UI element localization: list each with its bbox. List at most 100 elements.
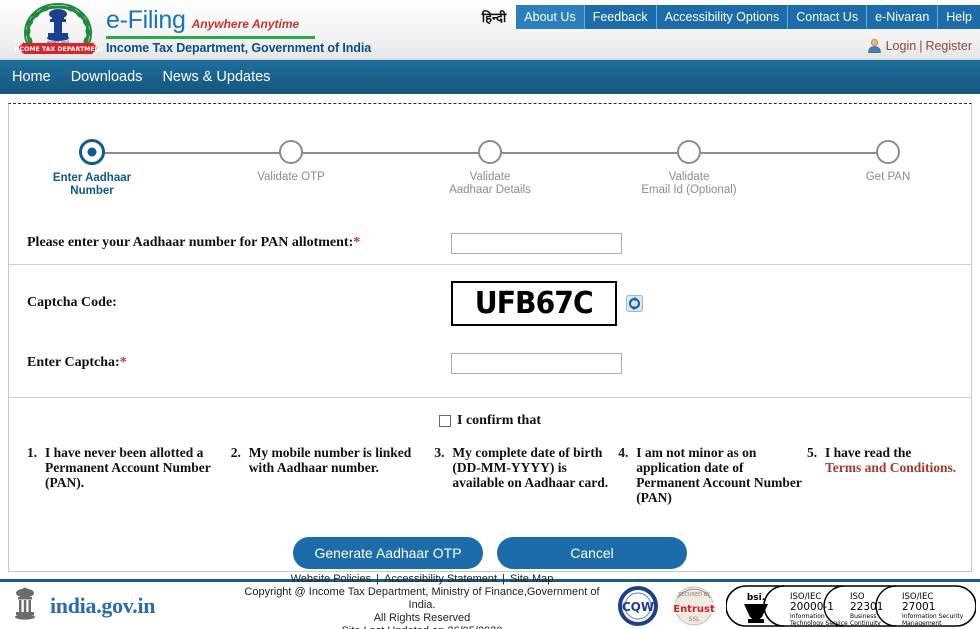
condition-item-3: 3. My complete date of birth (DD-MM-YYYY… [434,445,618,505]
svg-text:CQW: CQW [622,600,654,614]
condition-number-3: 3. [434,445,445,460]
svg-text:SECURED BY: SECURED BY [678,592,711,598]
svg-text:Information Security: Information Security [902,613,964,620]
condition-item-1: 1. I have never been allotted a Permanen… [27,445,231,505]
website-policies-link[interactable]: Website Policies [291,573,372,585]
divider-2 [9,397,971,398]
content-panel: Enter Aadhaar Number Validate OTP Valida… [8,103,972,572]
site-title: e-Filing [106,6,186,34]
step-label-4-line2: Email Id (Optional) [641,184,737,196]
footer-center: Website Policies | Accessibility Statement… [230,573,614,629]
hindi-language-link[interactable]: हिन्दी [482,5,517,29]
site-map-link[interactable]: Site Map [510,573,553,585]
login-link[interactable]: Login [886,39,917,53]
brand-block: सत्यमेव जयते INCOME TAX DEPARTMENT e-Fil… [12,1,371,58]
step-label-1-line1: Enter Aadhaar [52,172,132,184]
progress-stepper: Enter Aadhaar Number Validate OTP Valida… [27,126,953,222]
condition-item-2: 2. My mobile number is linked with Aadha… [231,445,435,505]
india-gov-in-text[interactable]: india.gov.in [50,593,156,619]
footer-copyright: Copyright @ Income Tax Department, Minis… [244,586,600,611]
condition-number-5: 5. [806,445,818,460]
aadhaar-input-wrap [451,232,622,254]
step-get-pan[interactable]: Get PAN [823,126,953,198]
condition-number-4: 4. [618,445,629,460]
svg-text:SSL: SSL [689,616,701,623]
svg-text:Entrust: Entrust [673,604,715,615]
topnav-item-help[interactable]: Help [937,5,980,29]
generate-aadhaar-otp-button[interactable]: Generate Aadhaar OTP [293,537,483,569]
site-tagline: Anywhere Anytime [191,17,300,31]
aadhaar-number-label: Please enter your Aadhaar number for PAN… [9,235,360,251]
topnav-item-contact-us[interactable]: Contact Us [787,5,867,29]
site-header: सत्यमेव जयते INCOME TAX DEPARTMENT e-Fil… [0,0,980,60]
captcha-wrap: UFB67C [451,280,643,326]
svg-text:20000-1: 20000-1 [790,601,834,613]
brand-text: e-Filing Anywhere Anytime Income Tax Dep… [106,1,371,55]
condition-text-3: My complete date of birth (DD-MM-YYYY) i… [452,445,609,490]
condition-text-2: My mobile number is linked with Aadhaar … [248,445,412,475]
step-label-1-line2: Number [70,185,114,197]
accessibility-statement-link[interactable]: Accessibility Statement [384,573,497,585]
svg-text:Continuity: Continuity [850,620,881,627]
step-label-4-line1: Validate [668,171,710,183]
step-validate-otp[interactable]: Validate OTP [226,126,356,198]
svg-text:bsi.: bsi. [747,593,765,603]
step-validate-aadhaar-details[interactable]: Validate Aadhaar Details [425,126,555,198]
footer-sep-1: | [376,573,379,585]
topnav-item-feedback[interactable]: Feedback [583,5,656,29]
step-circle-icon [876,140,900,164]
main-navigation: Home Downloads News & Updates [0,60,980,94]
condition-number-2: 2. [230,445,241,460]
svg-text:Business: Business [850,613,876,620]
aadhaar-number-input[interactable] [451,232,622,254]
condition-text-5-prefix: I have read the [824,445,912,460]
aadhaar-number-row: Please enter your Aadhaar number for PAN… [9,222,971,264]
confirm-checkbox[interactable] [439,415,451,427]
brand-divider [106,36,315,39]
step-label-3-line2: Aadhaar Details [449,184,531,196]
bsi-iso-badges-icon: bsi. ISO/IEC 20000-1 Information Technol… [726,584,976,628]
footer-left: india.gov.in [0,586,230,626]
register-link[interactable]: Register [925,39,972,53]
topnav-item-e-nivaran[interactable]: e-Nivaran [866,5,938,29]
mainnav-item-home[interactable]: Home [12,69,51,85]
cancel-button[interactable]: Cancel [497,537,687,569]
topnav-item-about-us[interactable]: About Us [516,5,584,29]
income-tax-department-emblem-icon: सत्यमेव जयते INCOME TAX DEPARTMENT [12,1,105,58]
step-enter-aadhaar-number[interactable]: Enter Aadhaar Number [27,126,157,198]
footer-links: Website Policies | Accessibility Statement… [230,573,614,586]
refresh-captcha-icon[interactable] [626,294,643,312]
mainnav-item-downloads[interactable]: Downloads [71,69,143,85]
conditions-list: 1. I have never been allotted a Permanen… [27,445,961,505]
footer-rights: All Rights Reserved [373,612,471,624]
captcha-required-mark: * [119,355,127,370]
aadhaar-number-label-text: Please enter your Aadhaar number for PAN… [27,235,354,250]
step-label-3: Validate Aadhaar Details [425,171,555,197]
cqw-badge-icon: CQW [614,584,662,628]
mainnav-item-news-updates[interactable]: News & Updates [162,69,270,85]
page-root: सत्यमेव जयते INCOME TAX DEPARTMENT e-Fil… [0,0,980,629]
svg-text:Technology Service: Technology Service [789,620,848,627]
enter-captcha-input[interactable] [451,352,622,374]
site-subtitle: Income Tax Department, Government of Ind… [106,41,372,55]
india-gov-emblem-icon [8,586,42,626]
terms-and-conditions-link[interactable]: Terms and Conditions. [825,460,956,475]
user-bar: Login | Register [867,38,972,53]
step-label-1: Enter Aadhaar Number [27,172,157,198]
enter-captcha-label: Enter Captcha:* [9,355,127,371]
step-circle-active-icon [79,139,105,165]
site-footer: india.gov.in Website Policies | Accessibil… [0,573,980,629]
svg-text:Management: Management [902,620,942,627]
step-label-2-line1: Validate OTP [257,171,325,183]
svg-text:22301: 22301 [850,601,883,613]
condition-item-5: 5. I have read the Terms and Conditions. [807,445,961,505]
topnav-item-accessibility-options[interactable]: Accessibility Options [655,5,788,29]
footer-last-updated: Site Last Updated on 26/05/2020 [230,625,614,629]
footer-sep-2: | [502,573,505,585]
step-label-3-line1: Validate [469,171,511,183]
footer-badges: CQW SECURED BY Entrust SSL bsi. ISO/IEC … [614,584,980,628]
action-buttons: Generate Aadhaar OTP Cancel [9,537,971,569]
captcha-code-label: Captcha Code: [27,295,117,310]
step-validate-email-id[interactable]: Validate Email Id (Optional) [624,126,754,198]
svg-text:INCOME TAX DEPARTMENT: INCOME TAX DEPARTMENT [14,46,102,53]
